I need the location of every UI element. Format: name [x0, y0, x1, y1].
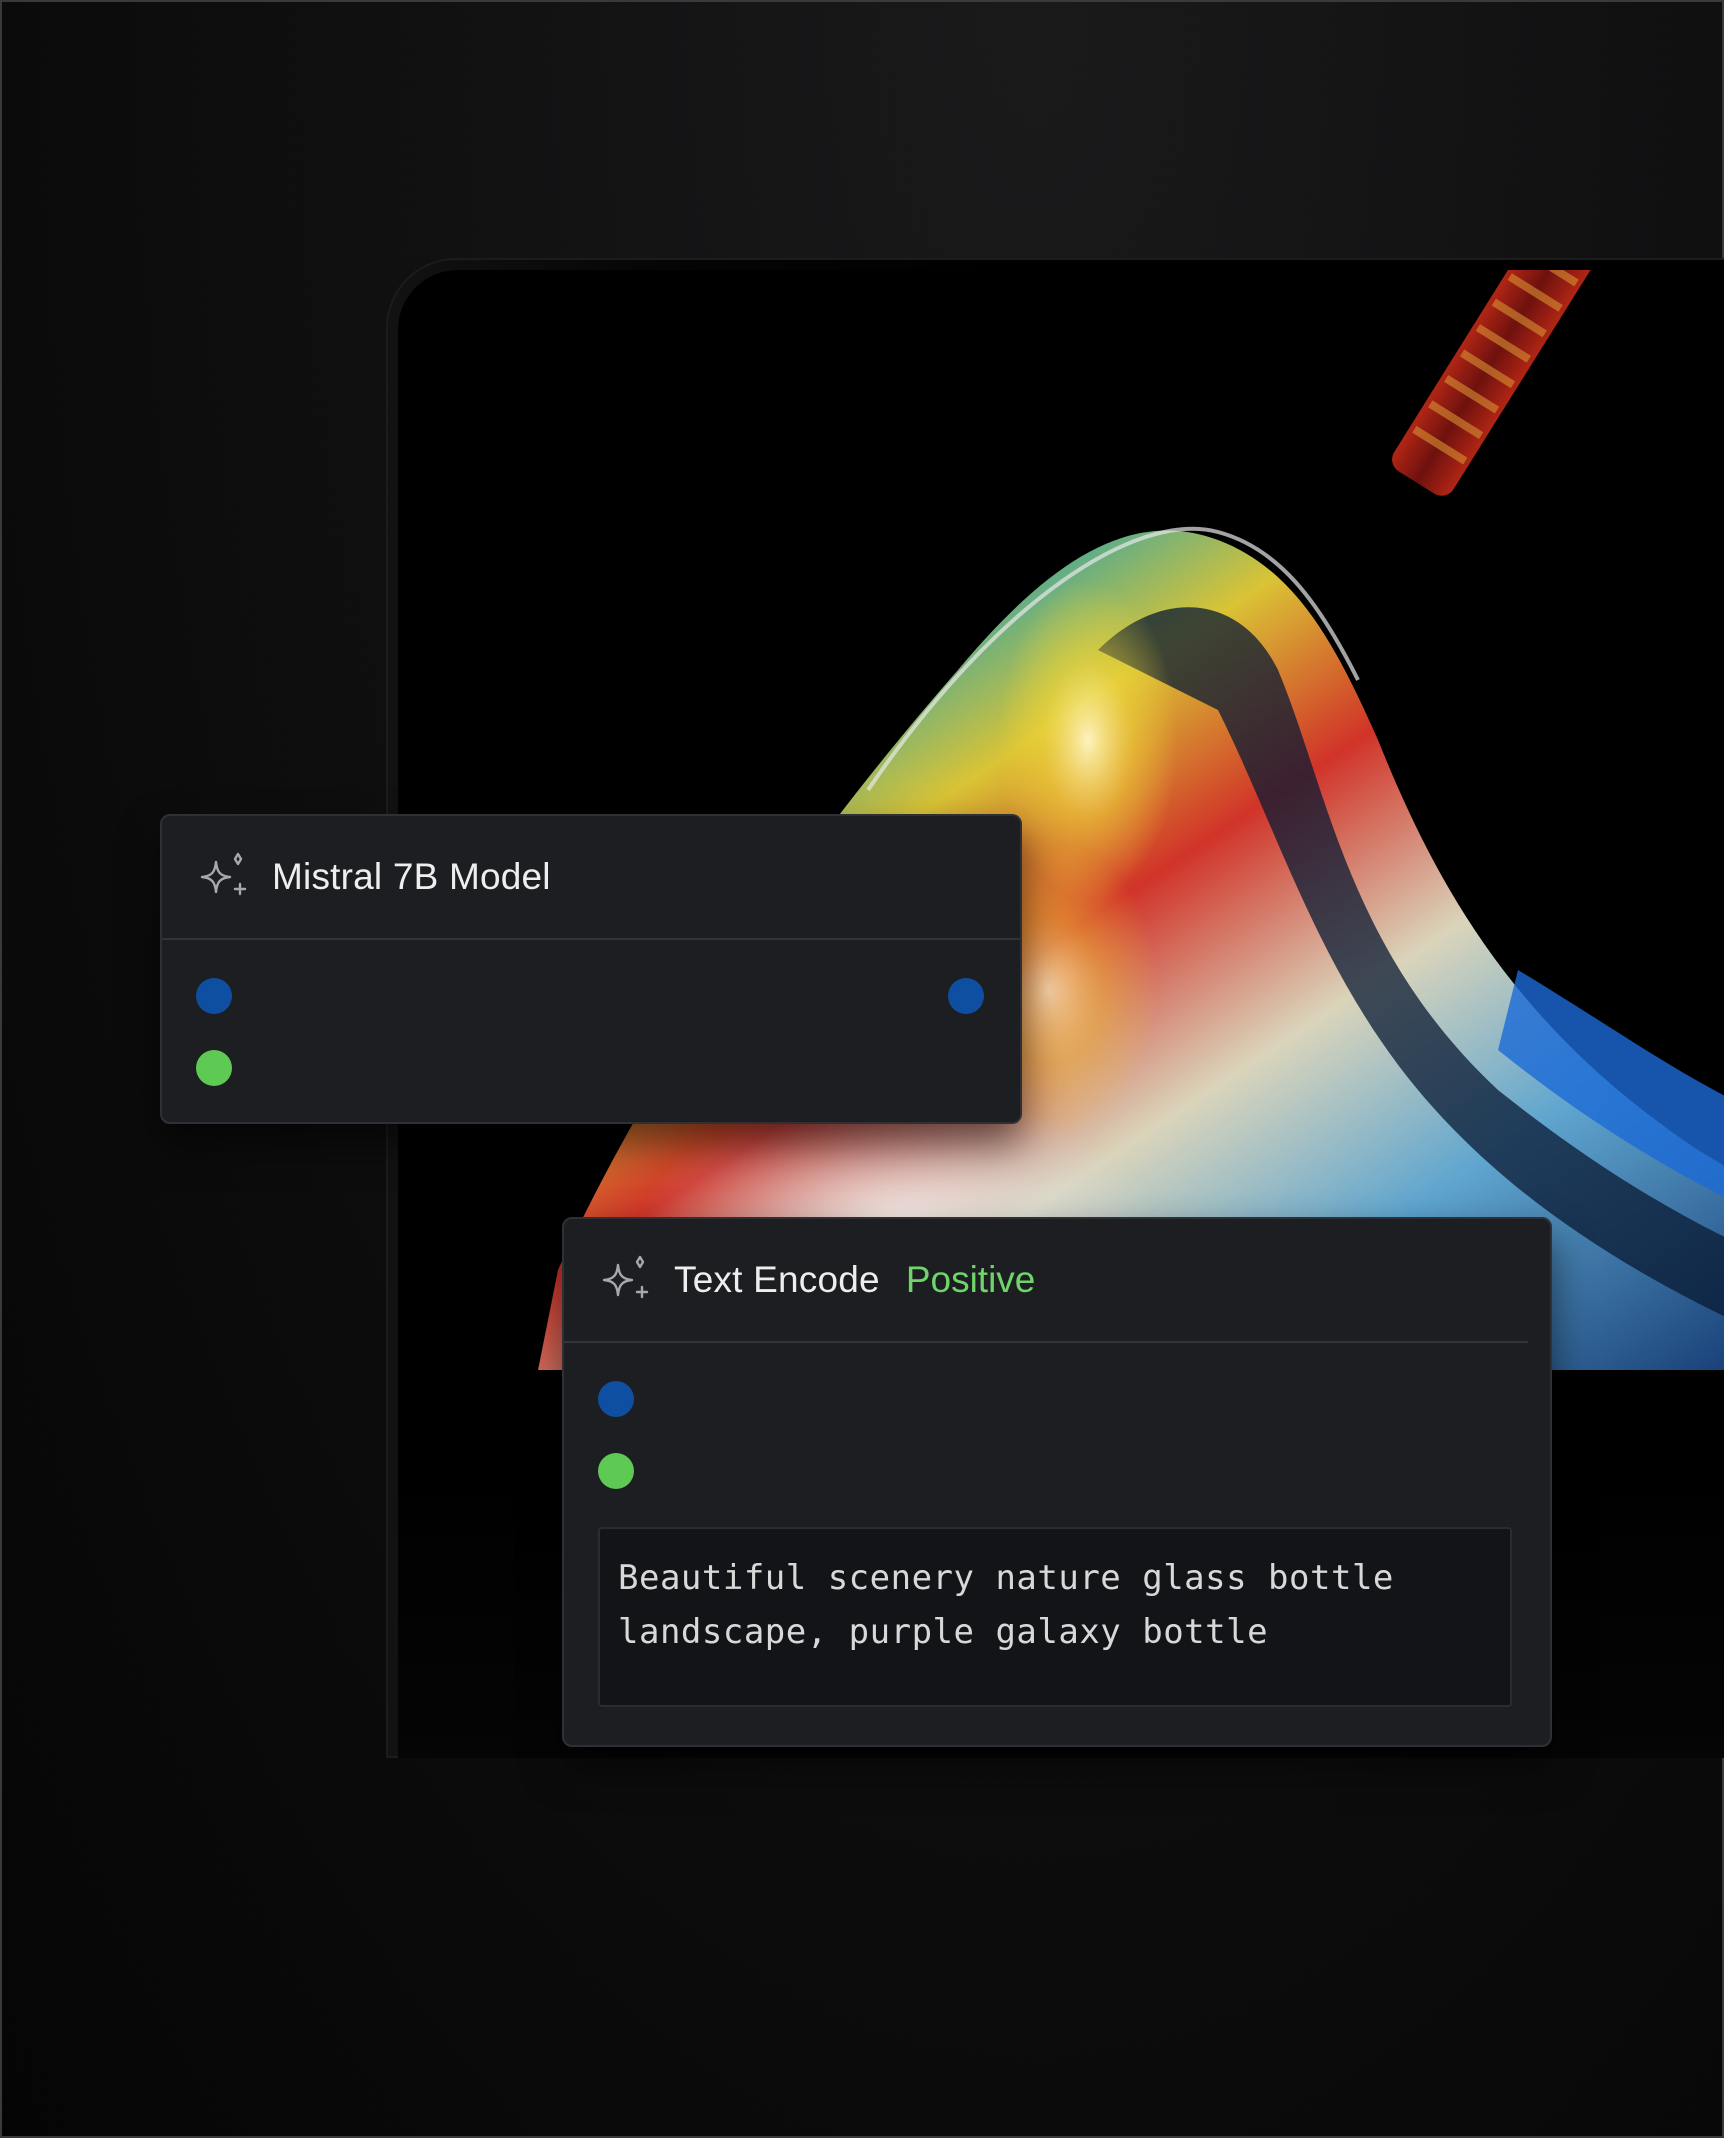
text-encode-node-header[interactable]: Text Encode Positive	[564, 1219, 1528, 1343]
text-encode-node[interactable]: Text Encode Positive Beautiful scenery n…	[562, 1217, 1552, 1747]
encode-input-port-green[interactable]	[598, 1453, 634, 1489]
model-output-port-blue[interactable]	[948, 978, 984, 1014]
model-node-header[interactable]: Mistral 7B Model	[162, 816, 1020, 940]
model-input-port-green[interactable]	[196, 1050, 232, 1086]
text-encode-node-title: Text Encode	[674, 1259, 880, 1300]
prompt-textarea[interactable]: Beautiful scenery nature glass bottle la…	[598, 1527, 1512, 1707]
text-encode-positive-tag: Positive	[905, 1259, 1036, 1300]
sparkles-icon	[196, 850, 250, 904]
model-node[interactable]: Mistral 7B Model	[160, 814, 1022, 1124]
model-node-title: Mistral 7B Model	[272, 856, 551, 897]
sparkles-icon	[598, 1253, 652, 1307]
model-input-port-blue[interactable]	[196, 978, 232, 1014]
encode-input-port-blue[interactable]	[598, 1381, 634, 1417]
